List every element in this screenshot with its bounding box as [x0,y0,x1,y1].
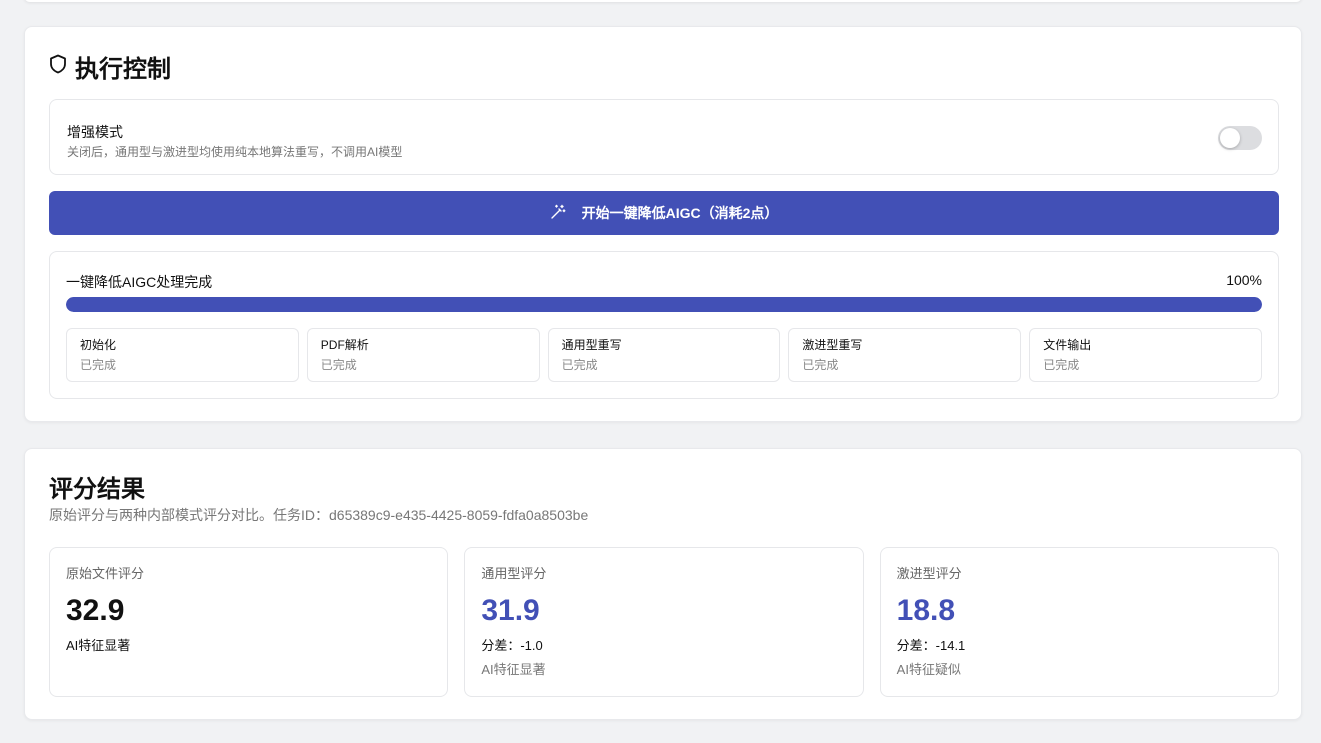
step-item-init: 初始化 已完成 [66,328,299,382]
magic-wand-icon [550,204,566,223]
previous-card-edge [24,0,1302,2]
execution-title: 执行控制 [49,49,171,84]
score-level: AI特征显著 [66,638,131,653]
start-reduce-aigc-label: 开始一键降低AIGC（消耗2点） [581,205,779,221]
step-status: 已完成 [320,358,357,372]
score-label: 原始文件评分 [66,566,145,581]
step-list: 初始化 已完成 PDF解析 已完成 通用型重写 已完成 激进型重写 已完成 文件… [66,328,1262,382]
step-name: 激进型重写 [802,338,863,352]
score-card-original: 原始文件评分 32.9 AI特征显著 [49,547,449,697]
progress-bar [66,297,1262,312]
step-name: PDF解析 [320,338,369,352]
step-status: 已完成 [80,358,117,372]
score-results-subtitle: 原始评分与两种内部模式评分对比。任务ID：d65389c9-e435-4425-… [49,507,589,523]
toggle-knob [1220,128,1240,148]
score-value: 32.9 [66,594,125,627]
step-item-general-rewrite: 通用型重写 已完成 [547,328,781,382]
score-diff: 分差：-1.0 [481,638,543,653]
step-item-pdf-parse: PDF解析 已完成 [306,328,540,382]
step-name: 初始化 [80,338,117,352]
step-item-aggressive-rewrite: 激进型重写 已完成 [788,328,1022,382]
enhanced-mode-toggle[interactable] [1218,126,1262,150]
start-reduce-aigc-button[interactable]: 开始一键降低AIGC（消耗2点） [49,191,1279,235]
shield-icon [49,53,67,81]
enhanced-mode-panel: 增强模式 关闭后，通用型与激进型均使用纯本地算法重写，不调用AI模型 [49,99,1279,175]
score-card-general: 通用型评分 31.9 分差：-1.0 AI特征显著 [464,547,864,697]
score-diff: 分差：-14.1 [896,638,966,653]
score-value: 31.9 [481,594,540,627]
enhanced-mode-label: 增强模式 [67,124,123,140]
score-card-list: 原始文件评分 32.9 AI特征显著 通用型评分 31.9 分差：-1.0 AI… [49,547,1279,697]
step-status: 已完成 [802,358,839,372]
score-level: AI特征疑似 [896,662,961,677]
step-name: 文件输出 [1043,338,1092,352]
progress-panel: 一键降低AIGC处理完成 100% 初始化 已完成 PDF解析 已完成 通用型重… [49,251,1279,399]
progress-percent: 100% [1226,272,1262,288]
score-results-card: 评分结果 原始评分与两种内部模式评分对比。任务ID：d65389c9-e435-… [24,448,1302,720]
execution-control-card: 执行控制 增强模式 关闭后，通用型与激进型均使用纯本地算法重写，不调用AI模型 … [24,26,1302,422]
step-name: 通用型重写 [561,338,622,352]
score-label: 激进型评分 [896,566,962,581]
score-label: 通用型评分 [481,566,547,581]
execution-title-text: 执行控制 [75,56,171,83]
step-item-file-output: 文件输出 已完成 [1029,328,1262,382]
score-level: AI特征显著 [481,662,546,677]
step-status: 已完成 [561,358,598,372]
step-status: 已完成 [1043,358,1080,372]
score-value: 18.8 [896,594,956,627]
score-card-aggressive: 激进型评分 18.8 分差：-14.1 AI特征疑似 [879,547,1279,697]
progress-bar-fill [66,297,1262,312]
score-results-title: 评分结果 [49,476,145,503]
progress-label: 一键降低AIGC处理完成 [66,274,213,290]
enhanced-mode-description: 关闭后，通用型与激进型均使用纯本地算法重写，不调用AI模型 [67,145,403,159]
